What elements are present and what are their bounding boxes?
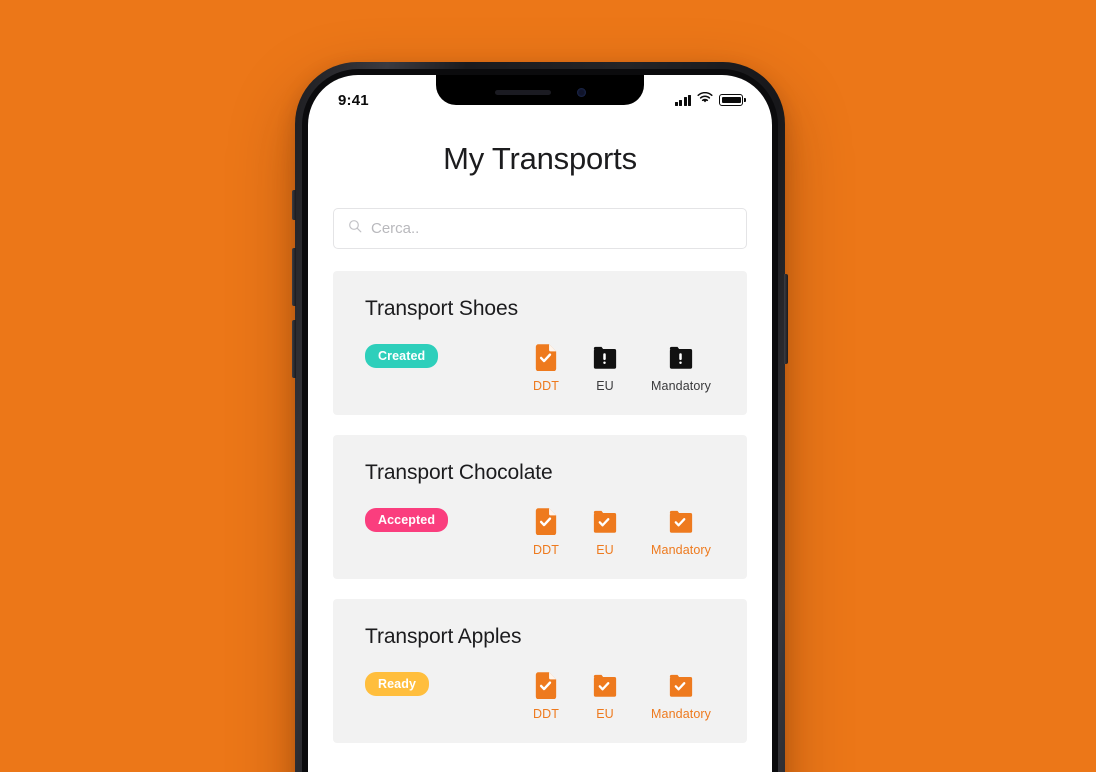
folder-check-icon: [669, 672, 693, 698]
document-status-group: DDT EU Mandatory: [533, 672, 715, 721]
document-label: Mandatory: [651, 707, 711, 721]
status-bar-time: 9:41: [338, 91, 369, 109]
transport-title: Transport Shoes: [365, 297, 518, 320]
phone-notch: [436, 75, 644, 105]
transport-card-row: Accepted DDT EU Mandatory: [365, 508, 715, 557]
transport-card-row: Ready DDT EU Mandatory: [365, 672, 715, 721]
document-label: DDT: [533, 379, 560, 393]
document-status-mandatory[interactable]: Mandatory: [651, 344, 711, 393]
transport-card[interactable]: Transport Apples Ready DDT EU Mandatory: [333, 599, 747, 743]
mute-switch-button[interactable]: [292, 190, 296, 220]
document-check-icon: [534, 672, 558, 700]
volume-up-button[interactable]: [292, 248, 296, 306]
search-icon: [348, 219, 362, 238]
status-badge: Ready: [365, 672, 430, 696]
document-status-eu[interactable]: EU: [593, 672, 617, 721]
status-badge: Accepted: [365, 508, 449, 532]
folder-alert-icon: [669, 344, 693, 370]
front-camera-icon: [576, 87, 586, 97]
folder-check-icon: [669, 508, 693, 534]
document-label: EU: [596, 379, 614, 393]
search-box[interactable]: [333, 208, 747, 249]
search-bar[interactable]: [308, 208, 772, 249]
document-label: DDT: [533, 707, 560, 721]
page-title: My Transports: [443, 141, 637, 176]
document-check-icon: [534, 344, 558, 372]
document-status-ddt[interactable]: DDT: [533, 672, 559, 721]
document-label: Mandatory: [651, 379, 711, 393]
document-status-ddt[interactable]: DDT: [533, 508, 559, 557]
phone-device: 9:41 My Transports Cerca.. Transport Sho…: [292, 62, 788, 772]
transport-title: Transport Chocolate: [365, 461, 553, 484]
folder-check-icon: [593, 672, 617, 698]
search-input[interactable]: [371, 220, 732, 237]
document-status-group: DDT EU Mandatory: [533, 508, 715, 557]
document-status-mandatory[interactable]: Mandatory: [651, 672, 711, 721]
wifi-icon: [697, 91, 713, 109]
signal-bars-icon: [674, 94, 692, 106]
battery-full-icon: [719, 94, 746, 106]
document-label: DDT: [533, 543, 560, 557]
transport-title: Transport Apples: [365, 625, 522, 648]
document-check-icon: [534, 508, 558, 536]
folder-alert-icon: [593, 344, 617, 370]
device-bezel: 9:41 My Transports Cerca.. Transport Sho…: [302, 69, 778, 772]
transport-card[interactable]: Transport Chocolate Accepted DDT EU Mandator…: [333, 435, 747, 579]
transport-card-row: Created DDT EU Mandatory: [365, 344, 715, 393]
document-status-ddt[interactable]: DDT: [533, 344, 559, 393]
folder-check-icon: [593, 508, 617, 534]
power-button[interactable]: [784, 274, 788, 364]
earpiece-speaker-icon: [494, 89, 551, 95]
status-badge: Created: [365, 344, 439, 368]
document-status-eu[interactable]: EU: [593, 508, 617, 557]
transport-card-list: Transport Shoes Created DDT EU Mandatory Tran…: [308, 271, 772, 743]
phone-screen: 9:41 My Transports Cerca.. Transport Sho…: [308, 75, 772, 772]
document-status-eu[interactable]: EU: [593, 344, 617, 393]
document-label: EU: [596, 707, 614, 721]
transport-card[interactable]: Transport Shoes Created DDT EU Mandatory: [333, 271, 747, 415]
document-label: Mandatory: [651, 543, 711, 557]
document-label: EU: [596, 543, 614, 557]
document-status-group: DDT EU Mandatory: [533, 344, 715, 393]
status-bar-icons: [674, 91, 746, 109]
volume-down-button[interactable]: [292, 320, 296, 378]
document-status-mandatory[interactable]: Mandatory: [651, 508, 711, 557]
